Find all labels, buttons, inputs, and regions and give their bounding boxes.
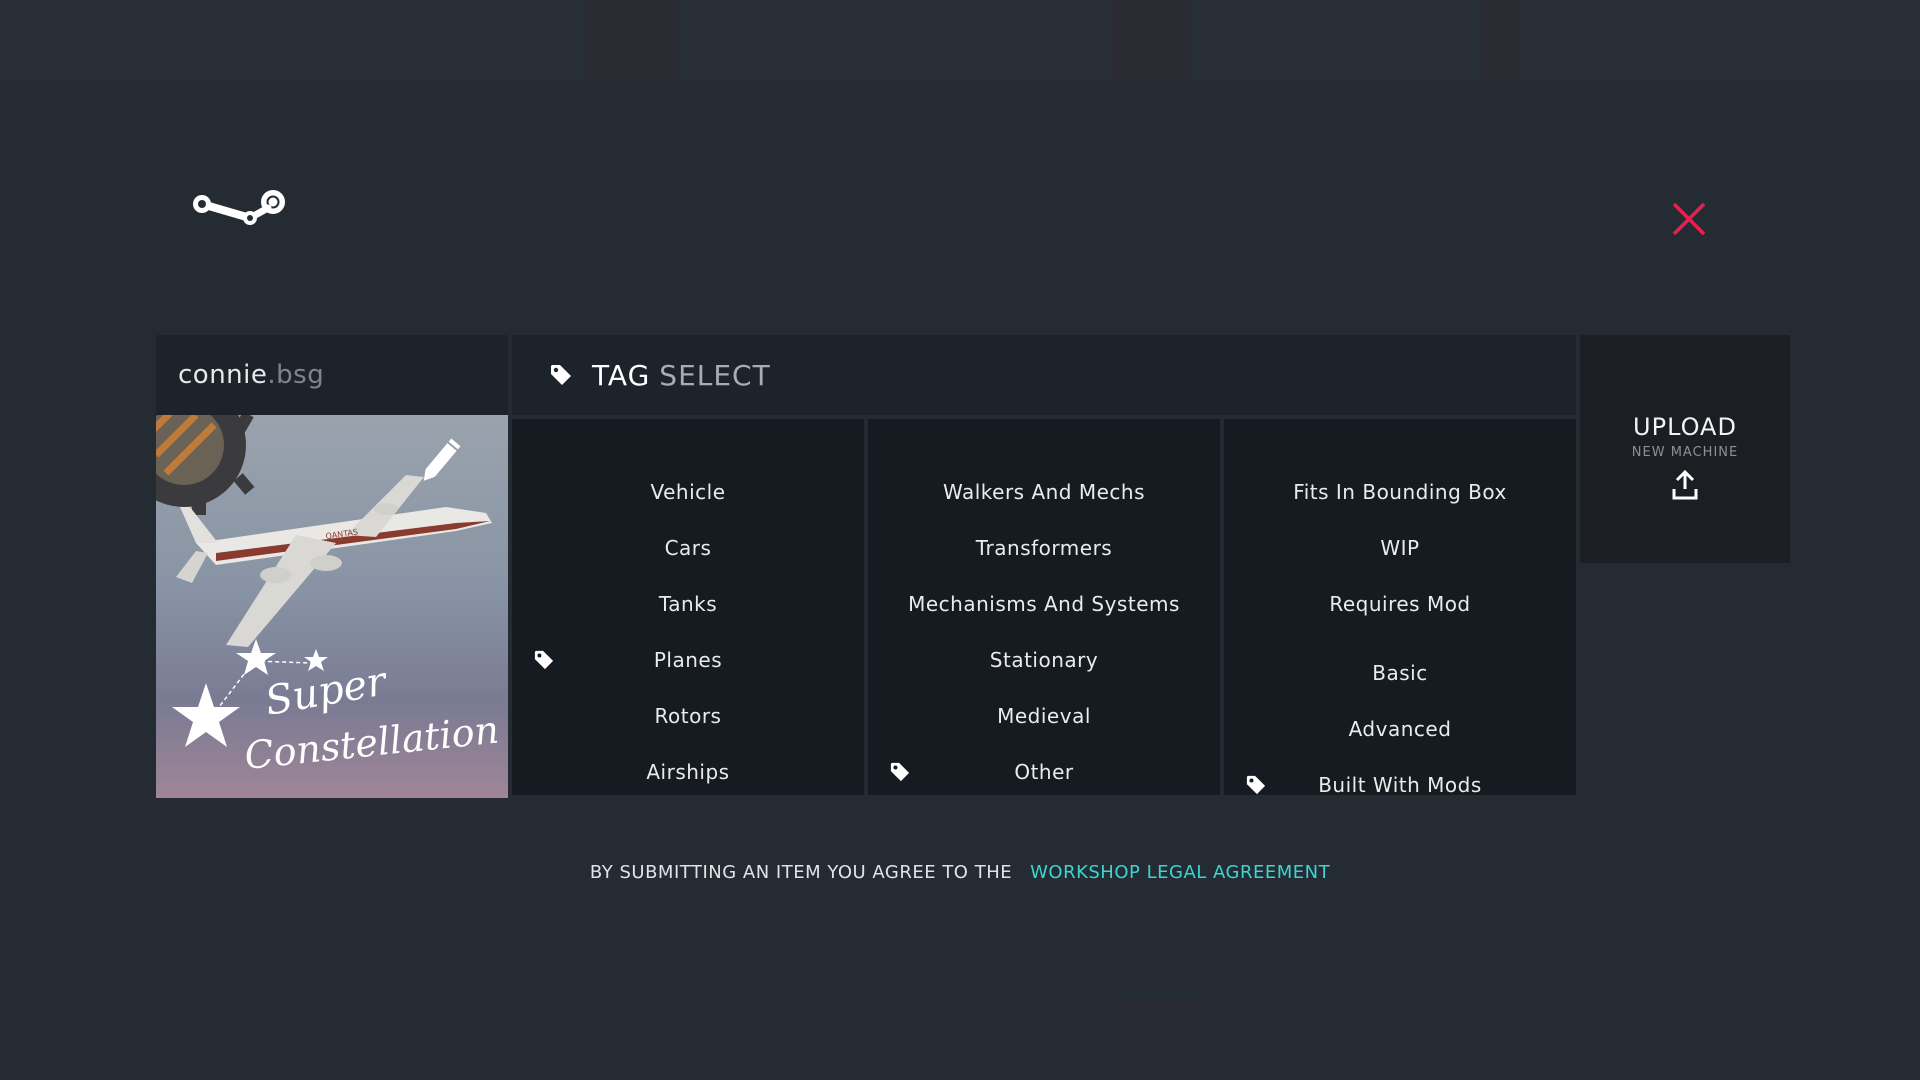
tag-option-label: Basic <box>1372 661 1428 685</box>
machine-extension: .bsg <box>267 360 325 390</box>
steam-logo-icon <box>193 190 285 225</box>
tag-option-tanks[interactable]: Tanks <box>512 583 864 625</box>
tag-select-title-strong: TAG <box>592 358 651 392</box>
tag-option-requires-mod[interactable]: Requires Mod <box>1224 583 1576 625</box>
tag-option-label: Stationary <box>989 648 1099 672</box>
upload-subtitle: NEW MACHINE <box>1631 445 1739 460</box>
tag-option-label: Advanced <box>1348 717 1452 741</box>
legal-notice: BY SUBMITTING AN ITEM YOU AGREE TO THE WO… <box>0 862 1920 883</box>
machine-name-panel: connie .bsg <box>156 335 508 415</box>
tag-option-label: Transformers <box>975 536 1113 560</box>
tag-option-label: Planes <box>653 648 723 672</box>
upload-title: UPLOAD <box>1633 413 1737 441</box>
tag-option-label: Mechanisms And Systems <box>908 592 1180 616</box>
tag-option-fits-in-bounding-box[interactable]: Fits In Bounding Box <box>1224 471 1576 513</box>
machine-thumbnail[interactable]: QANTAS Super Constellation <box>156 415 508 798</box>
tag-option-advanced[interactable]: Advanced <box>1224 708 1576 750</box>
tag-option-label: Medieval <box>997 704 1091 728</box>
close-x-icon <box>1672 202 1706 236</box>
machine-name: connie <box>178 360 268 390</box>
tag-option-label: Cars <box>664 536 712 560</box>
background-block <box>1480 0 1520 80</box>
tag-option-medieval[interactable]: Medieval <box>868 695 1220 737</box>
tag-option-transformers[interactable]: Transformers <box>868 527 1220 569</box>
tag-option-vehicle[interactable]: Vehicle <box>512 471 864 513</box>
tag-option-stationary[interactable]: Stationary <box>868 639 1220 681</box>
selected-tag-icon <box>890 762 910 782</box>
background-block <box>1110 0 1190 80</box>
background-toolbar <box>0 0 1920 80</box>
selected-tag-icon <box>534 650 554 670</box>
tag-option-rotors[interactable]: Rotors <box>512 695 864 737</box>
tag-option-label: Rotors <box>654 704 722 728</box>
tag-option-airships[interactable]: Airships <box>512 751 864 793</box>
tag-option-label: Vehicle <box>650 480 726 504</box>
tag-option-label: Other <box>1014 760 1074 784</box>
background-block <box>1120 1000 1200 1080</box>
tag-option-label: Built With Mods <box>1318 773 1482 797</box>
tag-column-status: Fits In Bounding Box WIP Requires Mod Ba… <box>1224 419 1576 797</box>
tag-column-categories: Vehicle Cars Tanks Planes Rotors Airship… <box>512 419 864 795</box>
workshop-legal-agreement-link[interactable]: WORKSHOP LEGAL AGREEMENT <box>1030 862 1330 883</box>
tag-option-cars[interactable]: Cars <box>512 527 864 569</box>
tag-option-basic[interactable]: Basic <box>1224 652 1576 694</box>
background-block <box>585 0 675 80</box>
selected-tag-icon <box>1246 775 1266 795</box>
tag-select-header: TAG SELECT <box>512 335 1576 415</box>
tag-option-other[interactable]: Other <box>868 751 1220 793</box>
tag-option-label: Walkers And Mechs <box>942 480 1146 504</box>
tag-select-title-soft: SELECT <box>659 358 771 392</box>
tag-option-label: Requires Mod <box>1329 592 1471 616</box>
tag-option-built-with-mods[interactable]: Built With Mods <box>1224 764 1576 806</box>
tag-option-wip[interactable]: WIP <box>1224 527 1576 569</box>
tag-option-walkers-and-mechs[interactable]: Walkers And Mechs <box>868 471 1220 513</box>
tag-option-label: Fits In Bounding Box <box>1293 480 1507 504</box>
tag-option-mechanisms-and-systems[interactable]: Mechanisms And Systems <box>868 583 1220 625</box>
thumbnail-image: QANTAS Super Constellation <box>156 415 508 798</box>
close-button[interactable] <box>1670 200 1708 238</box>
tag-option-planes[interactable]: Planes <box>512 639 864 681</box>
legal-notice-text: BY SUBMITTING AN ITEM YOU AGREE TO THE <box>589 862 1013 883</box>
tag-icon <box>551 365 571 385</box>
tag-option-label: WIP <box>1380 536 1420 560</box>
tag-option-label: Tanks <box>658 592 718 616</box>
upload-arrow-icon <box>1672 469 1698 500</box>
upload-button[interactable]: UPLOAD NEW MACHINE <box>1580 335 1790 563</box>
tag-option-label: Airships <box>646 760 730 784</box>
tag-column-types: Walkers And Mechs Transformers Mechanism… <box>868 419 1220 795</box>
